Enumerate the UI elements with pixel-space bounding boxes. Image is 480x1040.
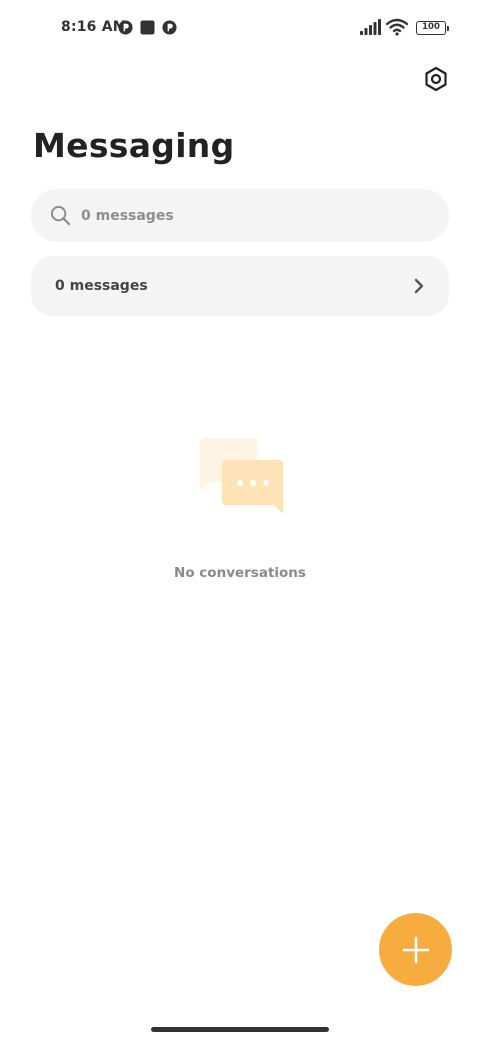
home-indicator[interactable] [151,1027,329,1032]
status-indicators: 100 [360,17,450,39]
chat-bubbles-icon [200,438,283,514]
battery-icon: 100 [416,21,449,35]
square-notification-icon [140,20,155,35]
app-notification-icon [162,20,177,35]
search-input[interactable] [81,189,431,242]
search-bar[interactable] [31,189,449,242]
wifi-icon [386,18,408,36]
plus-icon [402,936,429,963]
empty-state-text: No conversations [174,565,306,581]
chevron-right-icon [414,278,424,294]
page-title: Messaging [33,126,235,165]
settings-button[interactable] [420,63,452,95]
status-bar: 8:16 AM 100 [0,0,480,56]
search-icon [50,205,71,226]
status-time: 8:16 AM [61,19,127,35]
messaging-screen: 8:16 AM 100 Messaging 0 messages 0 messa… [0,0,480,1040]
hexagon-gear-icon [425,66,447,92]
messages-row[interactable]: 0 messages [31,256,449,316]
signal-icon [360,19,381,35]
new-conversation-button[interactable] [379,913,452,986]
app-notification-icon [118,20,133,35]
messages-row-label: 0 messages [55,278,148,294]
